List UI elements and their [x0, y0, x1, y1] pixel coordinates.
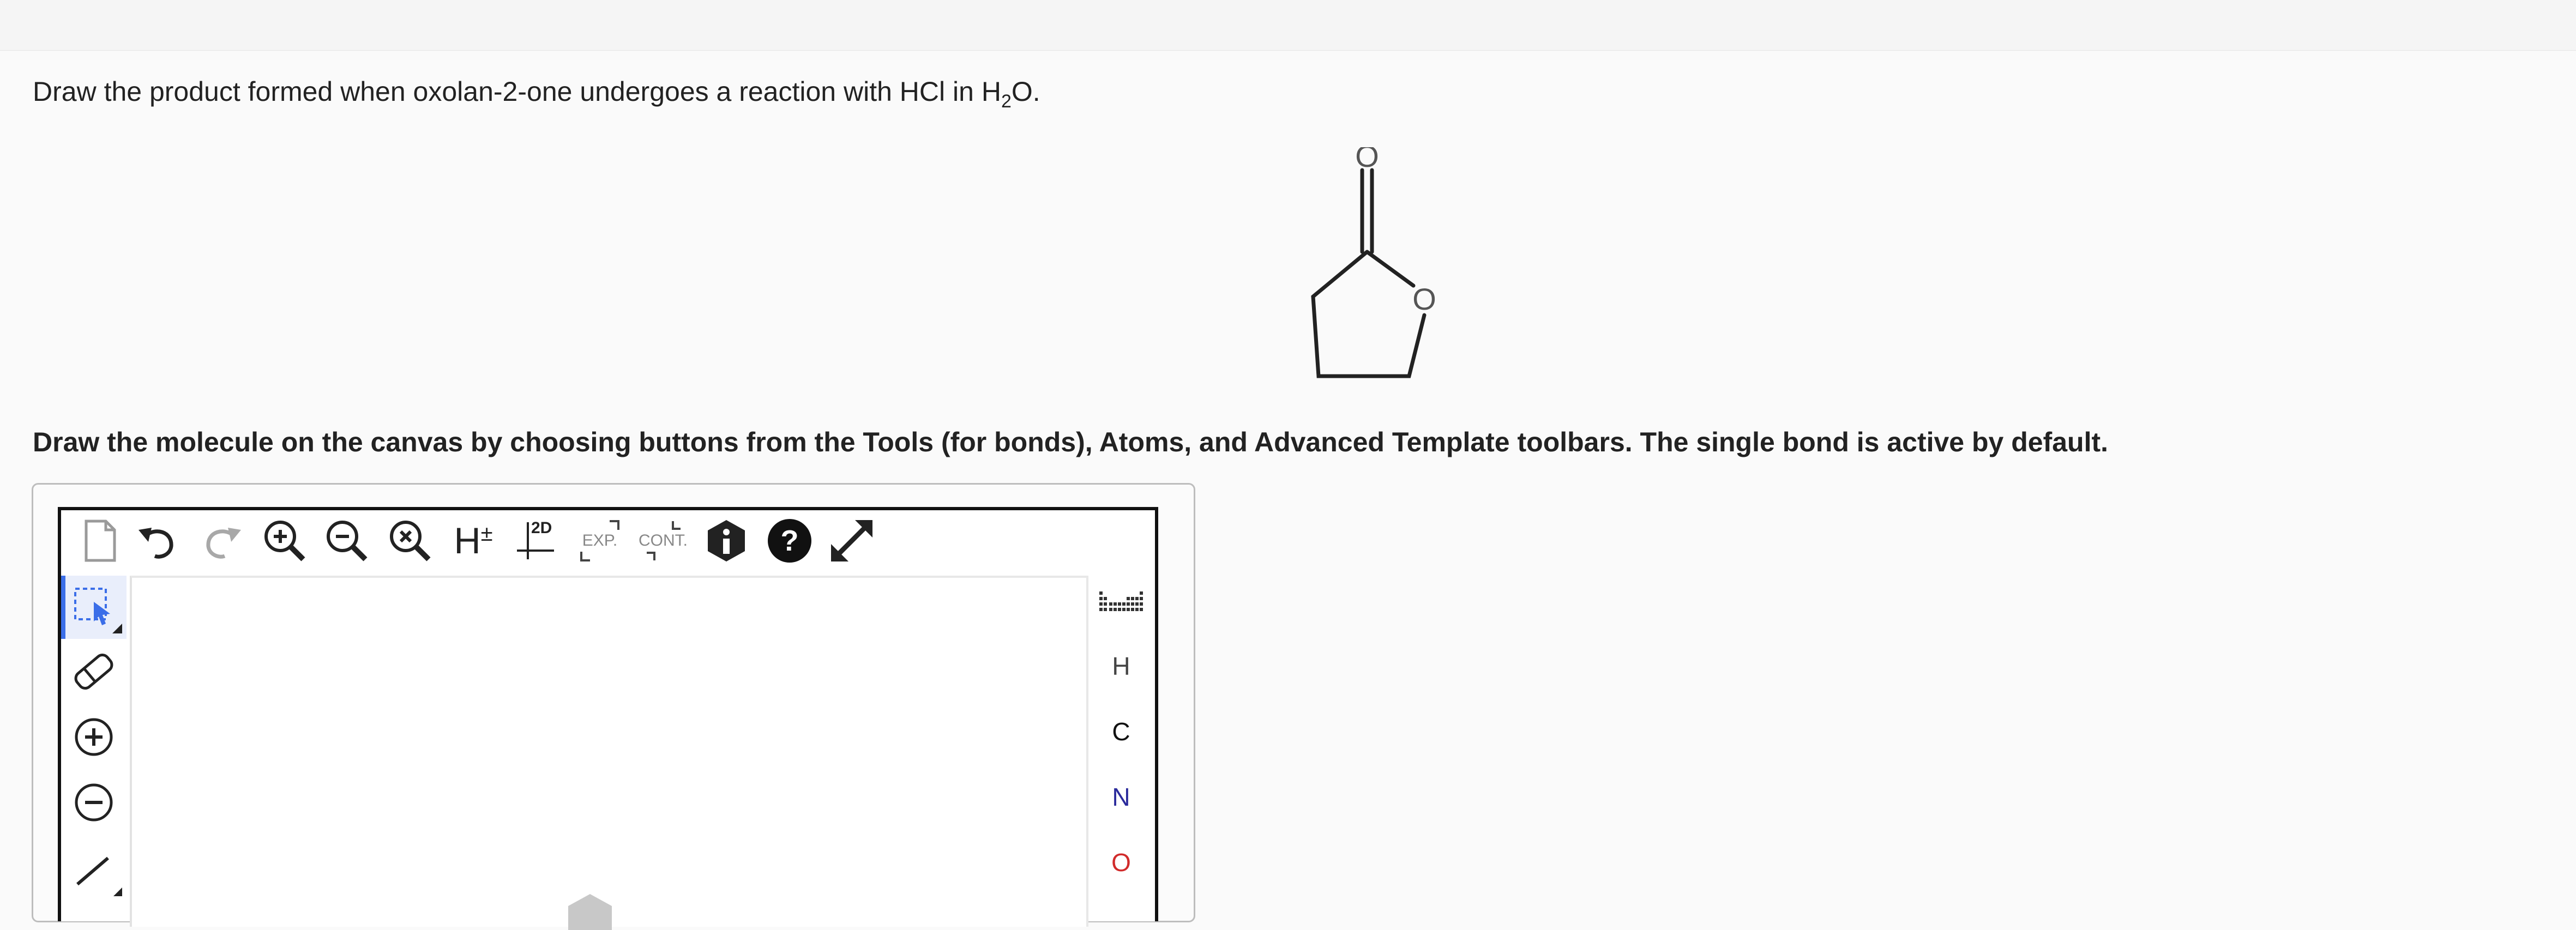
question-subscript: 2: [1001, 91, 1012, 112]
hydrogen-toggle-button[interactable]: H ±: [446, 514, 501, 568]
zoom-reset-icon[interactable]: [383, 514, 437, 568]
ring-carbon-bonds: [1311, 250, 1427, 378]
new-document-icon[interactable]: [72, 514, 127, 568]
instructions-text: Draw the molecule on the canvas by choos…: [33, 427, 2109, 457]
clean-2d-button[interactable]: 2D: [509, 514, 564, 568]
top-bar: [0, 0, 2576, 51]
negative-charge-icon[interactable]: [67, 775, 121, 830]
atom-carbon-button[interactable]: C: [1086, 704, 1156, 759]
periodic-table-icon[interactable]: [1086, 576, 1156, 630]
atom-hydrogen-button[interactable]: H: [1086, 639, 1156, 693]
question-text-end: O.: [1011, 76, 1040, 107]
atom-nitrogen-button[interactable]: N: [1086, 770, 1156, 824]
help-icon[interactable]: ?: [762, 514, 817, 568]
question-text-main: Draw the product formed when oxolan-2-on…: [33, 76, 1001, 107]
contract-abbreviation-button[interactable]: CONT.: [636, 514, 690, 568]
hydrogen-toggle-label: H: [454, 520, 481, 561]
fullscreen-icon[interactable]: [824, 514, 879, 568]
undo-icon[interactable]: [130, 514, 184, 568]
info-icon[interactable]: [699, 514, 754, 568]
positive-charge-icon[interactable]: [67, 710, 121, 764]
drawing-canvas[interactable]: [130, 576, 1088, 930]
question-text: Draw the product formed when oxolan-2-on…: [33, 70, 1040, 123]
atoms-toolbar: H C N O: [1086, 576, 1156, 925]
ring-ester-bond: [1365, 250, 1416, 288]
single-bond-icon[interactable]: [67, 841, 122, 896]
redo-icon[interactable]: [195, 514, 250, 568]
contract-corners-icon: [647, 521, 681, 560]
zoom-out-icon[interactable]: [320, 514, 374, 568]
rectangle-select-icon: [74, 588, 122, 633]
molecule-editor: H ± 2D EXP. CONT. ? H C N O: [58, 507, 1158, 930]
expand-abbreviation-button[interactable]: EXP.: [573, 514, 627, 568]
template-ring-preview: [568, 894, 612, 930]
carbonyl-oxygen-label: O: [1355, 147, 1379, 173]
hydrogen-toggle-sign: ±: [480, 521, 493, 546]
atom-oxygen-button[interactable]: O: [1086, 835, 1156, 890]
ring-oxygen-label: O: [1412, 282, 1436, 316]
periodic-table-grid-icon: [1099, 591, 1143, 611]
expand-corners-icon: [580, 520, 619, 561]
oxolan-2-one-structure: O O: [1311, 147, 1436, 378]
zoom-in-icon[interactable]: [257, 514, 312, 568]
clean-2d-label: 2D: [531, 519, 552, 537]
selection-tool-button[interactable]: [61, 576, 127, 639]
eraser-icon[interactable]: [67, 644, 121, 699]
svg-text:?: ?: [781, 524, 799, 557]
tools-toolbar: [61, 576, 127, 925]
